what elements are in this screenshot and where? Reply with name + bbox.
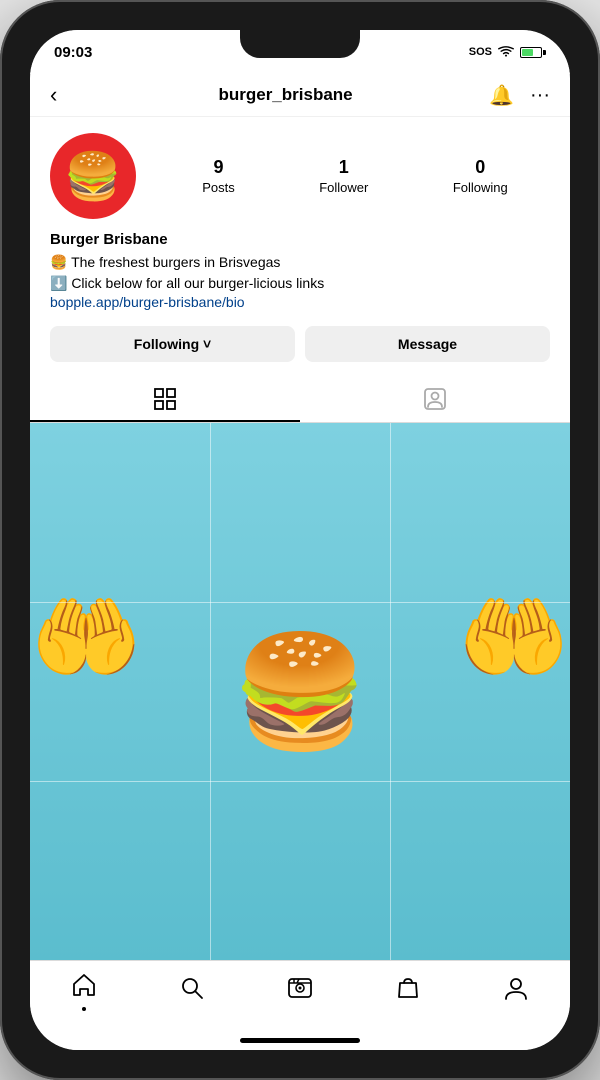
notch [240, 30, 360, 58]
left-hand: 🤲 [30, 585, 142, 690]
status-icons: SOS [469, 46, 546, 58]
nav-shop[interactable] [395, 975, 421, 1008]
following-button[interactable]: Following ˅ [50, 326, 295, 362]
posts-count: 9 [213, 157, 223, 178]
shop-icon [395, 975, 421, 1008]
phone-outer: 09:03 SOS ‹ [0, 0, 600, 1080]
status-time: 09:03 [54, 44, 92, 61]
home-bar-line [240, 1038, 360, 1043]
grid-icon [154, 388, 176, 410]
carrier-text: SOS [469, 46, 492, 58]
bio-section: Burger Brisbane 🍔 The freshest burgers i… [50, 231, 550, 312]
home-indicator-dot [82, 1007, 86, 1011]
reels-icon [287, 975, 313, 1008]
photo-grid: 🤲 🤲 🍔 [30, 423, 570, 960]
avatar-emoji: 🍔 [64, 149, 121, 204]
bio-line-1: 🍔 The freshest burgers in Brisvegas [50, 252, 550, 273]
grid-line-v2 [390, 423, 391, 960]
nav-search[interactable] [179, 975, 205, 1008]
tab-grid[interactable] [30, 378, 300, 422]
grid-photo-main[interactable]: 🤲 🤲 🍔 [30, 423, 570, 960]
nav-icons: 🔔 ··· [489, 83, 550, 108]
nav-profile[interactable] [503, 975, 529, 1008]
profile-top: 🍔 9 Posts 1 Follower 0 Following [50, 133, 550, 219]
top-nav: ‹ burger_brisbane 🔔 ··· [30, 74, 570, 117]
stat-followers[interactable]: 1 Follower [319, 157, 368, 195]
message-button[interactable]: Message [305, 326, 550, 362]
grid-line-h2 [30, 781, 570, 782]
posts-label: Posts [202, 180, 235, 195]
followers-count: 1 [339, 157, 349, 178]
bottom-nav [30, 960, 570, 1030]
following-label: Following ˅ [134, 336, 211, 352]
profile-section: 🍔 9 Posts 1 Follower 0 Following [30, 117, 570, 374]
back-button[interactable]: ‹ [50, 82, 82, 108]
nav-reels[interactable] [287, 975, 313, 1008]
avatar[interactable]: 🍔 [50, 133, 136, 219]
bio-line-2: ⬇️ Click below for all our burger-liciou… [50, 273, 550, 294]
stat-following[interactable]: 0 Following [453, 157, 508, 195]
nav-home[interactable] [71, 972, 97, 1011]
wifi-icon [498, 46, 514, 58]
right-hand: 🤲 [458, 585, 570, 690]
grid-line-v1 [210, 423, 211, 960]
following-count: 0 [475, 157, 485, 178]
tab-tagged[interactable] [300, 378, 570, 422]
action-buttons: Following ˅ Message [50, 326, 550, 362]
more-options-icon[interactable]: ··· [530, 84, 550, 107]
profile-name: Burger Brisbane [50, 231, 550, 248]
status-bar: 09:03 SOS [30, 30, 570, 74]
search-icon [179, 975, 205, 1008]
following-label: Following [453, 180, 508, 195]
tag-person-icon [424, 388, 446, 410]
profile-icon [503, 975, 529, 1008]
home-icon [71, 972, 97, 1005]
followers-label: Follower [319, 180, 368, 195]
home-bar [30, 1030, 570, 1050]
stat-posts[interactable]: 9 Posts [202, 157, 235, 195]
burger-scene: 🤲 🤲 🍔 [30, 423, 570, 960]
battery-icon [520, 47, 546, 58]
bio-link[interactable]: bopple.app/burger-brisbane/bio [50, 294, 245, 310]
nav-username: burger_brisbane [218, 85, 352, 105]
burger-image: 🍔 [232, 627, 369, 756]
phone-screen: 09:03 SOS ‹ [30, 30, 570, 1050]
tab-bar [30, 378, 570, 423]
notification-bell-icon[interactable]: 🔔 [489, 83, 514, 108]
stats-container: 9 Posts 1 Follower 0 Following [160, 157, 550, 195]
